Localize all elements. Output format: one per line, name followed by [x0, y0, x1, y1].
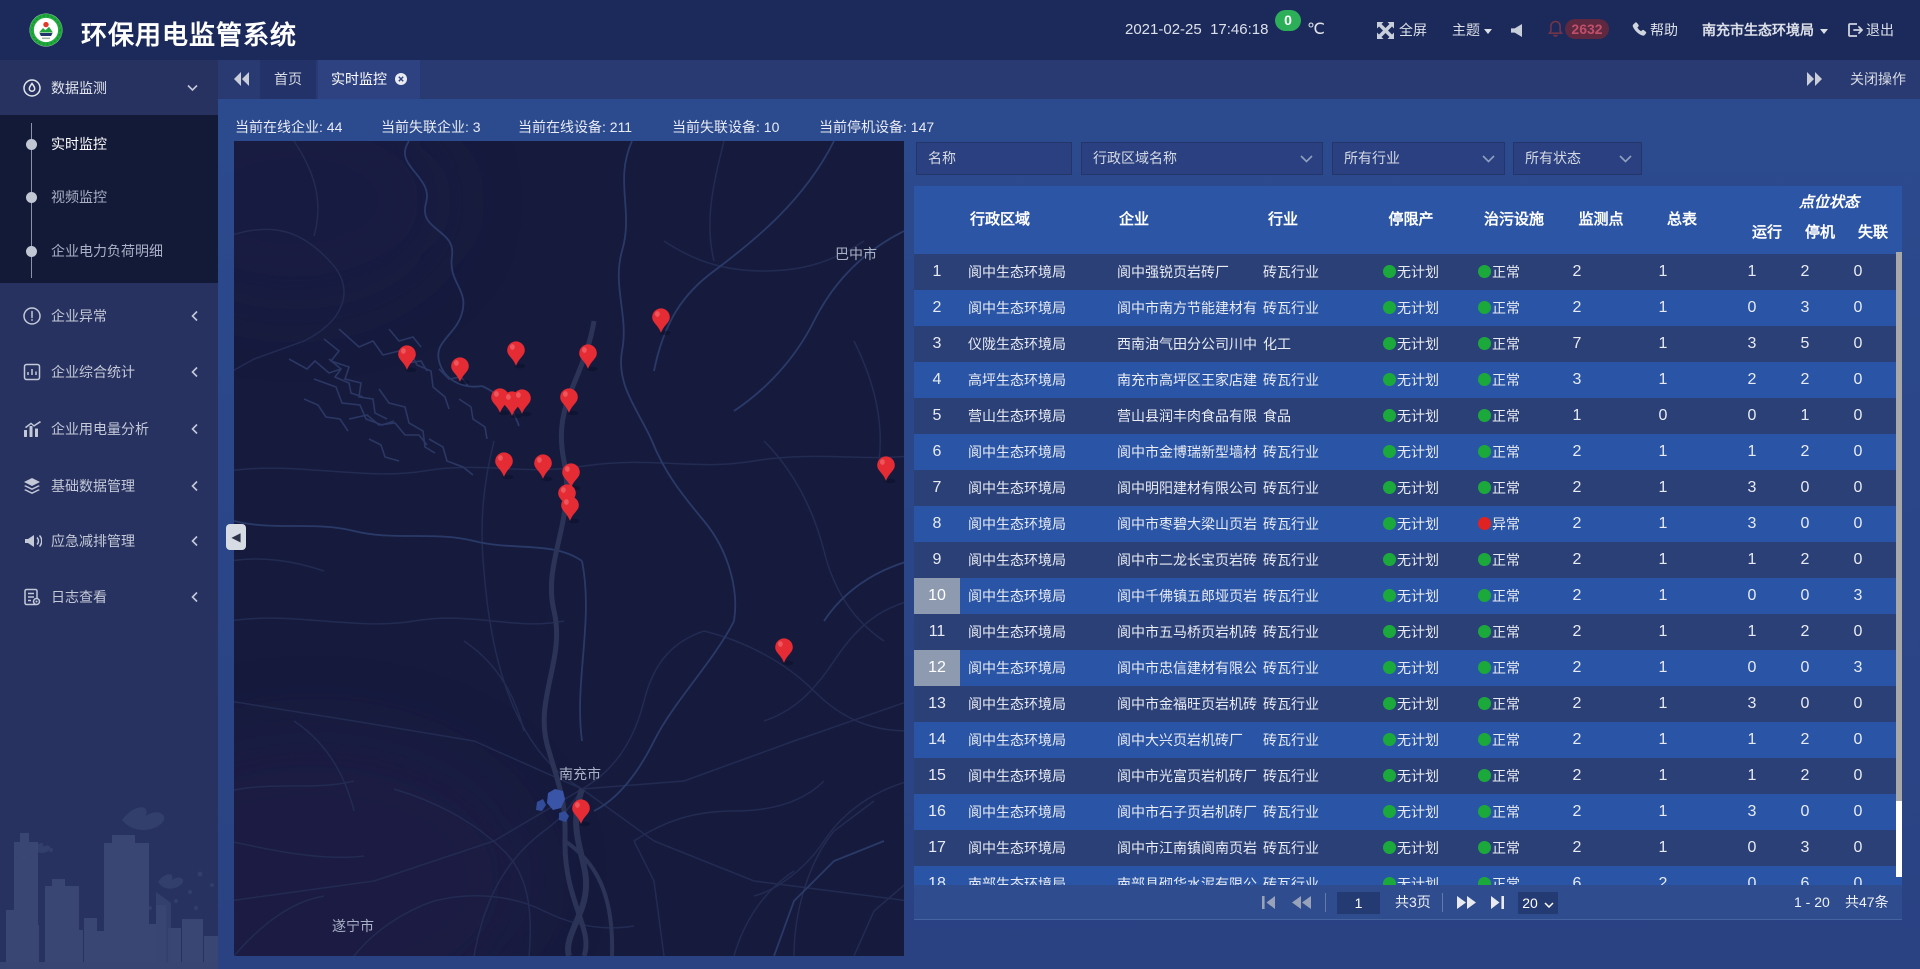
svg-text:南充市: 南充市 [559, 766, 601, 782]
svg-text:遂宁市: 遂宁市 [332, 918, 374, 934]
svg-text:巴中市: 巴中市 [835, 246, 877, 262]
